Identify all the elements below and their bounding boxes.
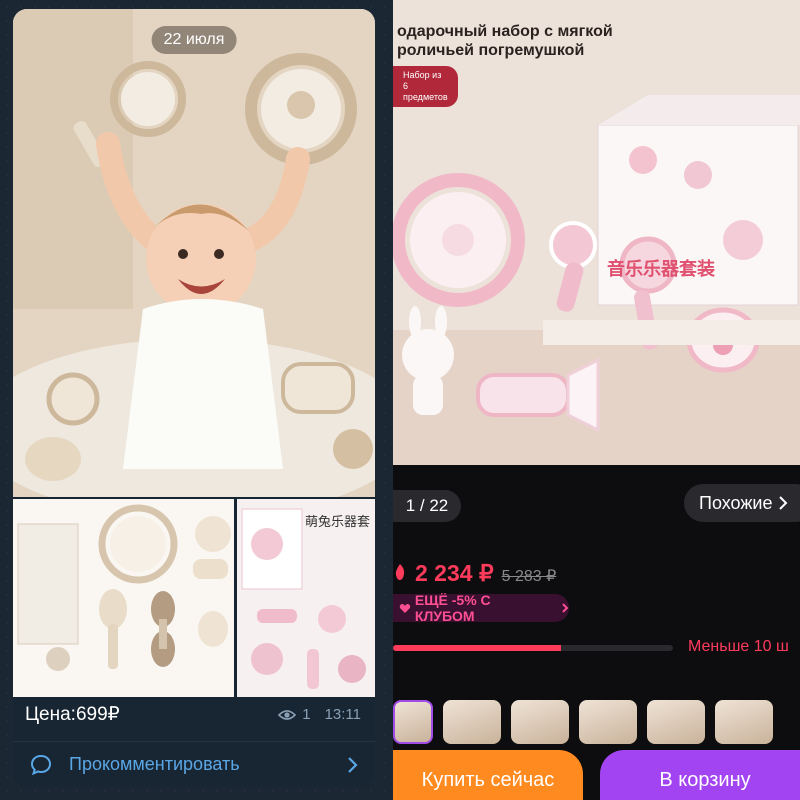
eye-icon xyxy=(278,709,297,720)
gallery-thumb[interactable] xyxy=(579,700,637,744)
gallery-thumb[interactable] xyxy=(647,700,705,744)
post-time: 13:11 xyxy=(324,706,361,723)
post-caption-price: Цена:699₽ xyxy=(25,704,120,725)
box-chinese-label: 音乐乐器套装 xyxy=(607,259,715,280)
gallery-thumb[interactable] xyxy=(511,700,569,744)
image-gallery-strip xyxy=(393,700,800,752)
stock-progress-bar xyxy=(393,645,673,651)
club-heart-icon xyxy=(399,604,411,613)
baby-with-toys-illustration xyxy=(13,9,375,497)
comment-button[interactable]: Прокомментировать xyxy=(13,741,375,787)
current-price: 2 234 ₽ xyxy=(415,560,494,586)
chevron-right-icon xyxy=(779,496,788,510)
main-product-photo[interactable]: 22 июля xyxy=(13,9,375,497)
date-chip: 22 июля xyxy=(151,26,237,54)
club-discount-chip[interactable]: ЕЩЁ -5% С КЛУБОМ xyxy=(393,592,569,624)
old-price: 5 283 ₽ xyxy=(501,568,557,585)
price-row: 2 234 ₽ 5 283 ₽ xyxy=(393,560,556,587)
photo-thumb-pink-set[interactable]: 萌兔乐器套 xyxy=(237,499,375,697)
gallery-thumb[interactable] xyxy=(393,700,433,744)
promo-badge: Набор из 6 предметов xyxy=(393,66,458,107)
comment-label: Прокомментировать xyxy=(69,754,240,774)
telegram-panel: 22 июля 萌兔乐器套 Цена:699₽ 1 13:11 Прокомме… xyxy=(0,0,393,800)
similar-label: Похожие xyxy=(699,492,773,513)
gallery-thumb[interactable] xyxy=(443,700,501,744)
stock-progress-fill xyxy=(393,645,561,651)
add-to-cart-button[interactable]: В корзину xyxy=(600,750,800,800)
image-counter: 1 / 22 xyxy=(393,490,461,522)
post-card: 22 июля 萌兔乐器套 Цена:699₽ 1 13:11 Прокомме… xyxy=(13,9,375,787)
similar-button[interactable]: Похожие xyxy=(684,484,800,522)
product-image[interactable]: одарочный набор с мягкой роличьей погрем… xyxy=(393,0,800,465)
gallery-thumb[interactable] xyxy=(715,700,773,744)
post-meta: 1 13:11 xyxy=(278,706,361,723)
comment-bubble-icon xyxy=(30,754,52,775)
flame-icon xyxy=(395,564,405,580)
photo-thumb-set-dimensions[interactable] xyxy=(13,499,234,697)
buy-now-button[interactable]: Купить сейчас xyxy=(393,750,583,800)
toy-set-diagram-illustration xyxy=(13,499,234,697)
chevron-right-icon xyxy=(348,756,358,773)
club-discount-text: ЕЩЁ -5% С КЛУБОМ xyxy=(414,592,491,624)
marketplace-panel: одарочный набор с мягкой роличьей погрем… xyxy=(393,0,800,800)
photo-grid: 萌兔乐器套 xyxy=(13,499,375,697)
views-count: 1 xyxy=(302,706,311,723)
chevron-right-icon xyxy=(562,603,569,613)
thumb-chinese-label: 萌兔乐器套 xyxy=(305,515,371,530)
promo-title: одарочный набор с мягкой роличьей погрем… xyxy=(397,23,613,59)
stock-text: Меньше 10 ш xyxy=(688,638,789,655)
